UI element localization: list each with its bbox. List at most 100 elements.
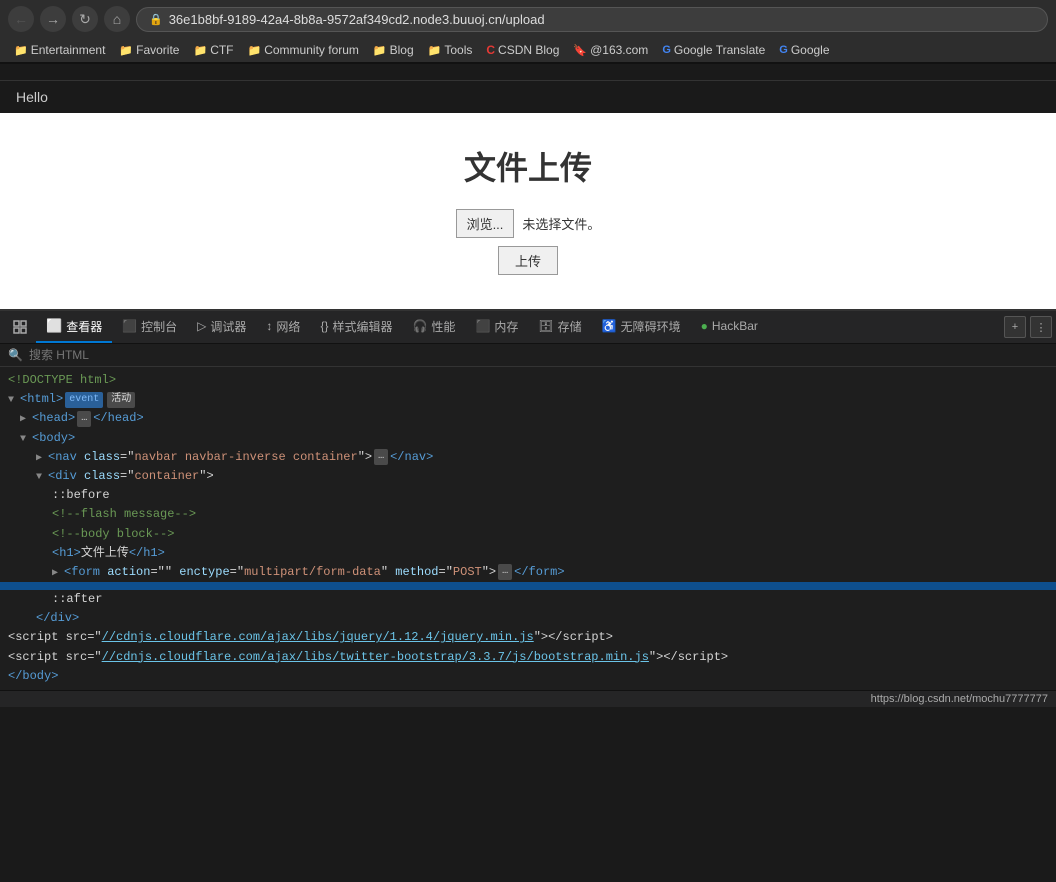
form-expand-badge[interactable]: … xyxy=(498,564,512,580)
html-panel: <!DOCTYPE html> <html> event 活动 <head> …… xyxy=(0,367,1056,690)
devtools-toolbar-right: + ⋮ xyxy=(1004,316,1052,338)
bookmark-tools[interactable]: 📁 Tools xyxy=(422,41,479,59)
lock-icon: 🔒 xyxy=(149,13,163,26)
devtools-more-button[interactable]: ⋮ xyxy=(1030,316,1052,338)
event-badge[interactable]: event xyxy=(65,392,103,408)
page-title: 文件上传 xyxy=(30,143,1026,189)
form-toggle[interactable] xyxy=(52,563,64,582)
file-browse-button[interactable]: 浏览... xyxy=(456,209,515,238)
upload-submit-button[interactable]: 上传 xyxy=(498,246,558,275)
upload-form: 浏览... 未选择文件。 xyxy=(30,209,1026,238)
refresh-button[interactable]: ↻ xyxy=(72,6,98,32)
search-icon: 🔍 xyxy=(8,348,23,362)
head-tag-line: <head> … </head> xyxy=(0,409,1056,428)
h1-line: <h1> 文件上传 </h1> xyxy=(0,544,1056,563)
tab-performance-label: 性能 xyxy=(431,318,455,335)
mail-icon: 🔖 xyxy=(573,44,587,57)
body-toggle[interactable] xyxy=(20,429,32,448)
bookmark-label: Google xyxy=(791,43,830,57)
bookmark-google[interactable]: G Google xyxy=(773,41,835,59)
bookmarks-bar: 📁 Entertainment 📁 Favorite 📁 CTF 📁 Commu… xyxy=(0,38,1056,63)
nav-expand[interactable]: … xyxy=(374,449,388,465)
status-bar: https://blog.csdn.net/mochu7777777 xyxy=(0,690,1056,707)
home-button[interactable]: ⌂ xyxy=(104,6,130,32)
bookmark-csdn[interactable]: C CSDN Blog xyxy=(480,41,565,59)
devtools-add-button[interactable]: + xyxy=(1004,316,1026,338)
bookmark-blog[interactable]: 📁 Blog xyxy=(367,41,420,59)
tab-style-editor-label: 样式编辑器 xyxy=(332,318,392,335)
tab-network[interactable]: ↕ 网络 xyxy=(256,312,310,343)
tab-style-editor[interactable]: {} 样式编辑器 xyxy=(310,312,402,343)
tab-debugger[interactable]: ▷ 调试器 xyxy=(187,312,256,343)
csdn-icon: C xyxy=(486,43,495,57)
bookmark-community-forum[interactable]: 📁 Community forum xyxy=(242,41,365,59)
folder-icon: 📁 xyxy=(119,44,133,57)
div-toggle[interactable] xyxy=(36,467,48,486)
html-toggle[interactable] xyxy=(8,390,20,409)
bookmark-entertainment[interactable]: 📁 Entertainment xyxy=(8,41,111,59)
bookmark-label: CTF xyxy=(210,43,233,57)
bookmark-label: CSDN Blog xyxy=(498,43,559,57)
tab-network-icon: ↕ xyxy=(266,319,272,333)
tab-console-icon: ⬛ xyxy=(122,319,137,333)
file-placeholder-label: 未选择文件。 xyxy=(522,214,600,233)
script1-line: <script src="//cdnjs.cloudflare.com/ajax… xyxy=(0,628,1056,647)
bookmark-ctf[interactable]: 📁 CTF xyxy=(187,41,239,59)
div-end-line: </div> xyxy=(0,609,1056,628)
bookmark-163[interactable]: 🔖 @163.com xyxy=(567,41,654,59)
tab-memory[interactable]: ⬛ 内存 xyxy=(465,312,528,343)
tab-console[interactable]: ⬛ 控制台 xyxy=(112,312,187,343)
hello-dropdown: Hello xyxy=(0,80,1056,113)
tab-inspector-icon: ⬜ xyxy=(46,318,62,334)
tab-storage-icon: 🗄 xyxy=(538,319,553,333)
nav-line: <nav class="navbar navbar-inverse contai… xyxy=(0,448,1056,467)
tab-memory-icon: ⬛ xyxy=(475,319,490,333)
page-area: Hello 文件上传 浏览... 未选择文件。 上传 xyxy=(0,64,1056,309)
google-translate-icon: G xyxy=(662,44,671,56)
hello-text: Hello xyxy=(16,89,48,105)
folder-icon: 📁 xyxy=(428,44,442,57)
body-end-line: </body> xyxy=(0,667,1056,686)
tab-performance-icon: 🎧 xyxy=(412,319,427,333)
tab-inspector[interactable]: ⬜ 查看器 xyxy=(36,312,112,343)
browser-nav: ← → ↻ ⌂ 🔒 36e1b8bf-9189-42a4-8b8a-9572af… xyxy=(0,0,1056,38)
script2-line: <script src="//cdnjs.cloudflare.com/ajax… xyxy=(0,648,1056,667)
after-line: ::after xyxy=(0,590,1056,609)
tab-style-editor-icon: {} xyxy=(320,319,328,333)
tab-hackbar[interactable]: ● HackBar xyxy=(691,313,768,341)
tab-memory-label: 内存 xyxy=(494,318,518,335)
code-block xyxy=(0,582,1056,590)
form-line: <form action="" enctype="multipart/form-… xyxy=(0,563,1056,582)
expand-badge[interactable]: 活动 xyxy=(107,392,135,408)
div-container-line: <div class="container"> xyxy=(0,467,1056,486)
nav-toggle[interactable] xyxy=(36,448,48,467)
back-button[interactable]: ← xyxy=(8,6,34,32)
search-input[interactable] xyxy=(29,348,1048,362)
bookmark-label: Favorite xyxy=(136,43,179,57)
tab-performance[interactable]: 🎧 性能 xyxy=(402,312,465,343)
head-expand-badge[interactable]: … xyxy=(77,411,91,427)
tab-inspector-label: 查看器 xyxy=(66,318,102,335)
tab-network-label: 网络 xyxy=(276,318,300,335)
page-content: 文件上传 浏览... 未选择文件。 上传 xyxy=(0,113,1056,309)
tab-storage-label: 存储 xyxy=(558,318,582,335)
before-line: ::before xyxy=(0,486,1056,505)
forward-button[interactable]: → xyxy=(40,6,66,32)
flash-comment-line: <!--flash message--> xyxy=(0,505,1056,524)
bookmark-google-translate[interactable]: G Google Translate xyxy=(656,41,771,59)
navbar xyxy=(0,64,1056,80)
head-toggle[interactable] xyxy=(20,409,32,428)
address-bar[interactable]: 🔒 36e1b8bf-9189-42a4-8b8a-9572af349cd2.n… xyxy=(136,7,1048,32)
devtools-search-bar: 🔍 xyxy=(0,344,1056,367)
bookmark-favorite[interactable]: 📁 Favorite xyxy=(113,41,185,59)
tab-accessibility[interactable]: ♿ 无障碍环境 xyxy=(592,312,691,343)
devtools-inspector-icon[interactable] xyxy=(4,311,36,343)
body-start-line: <body> xyxy=(0,429,1056,448)
tab-storage[interactable]: 🗄 存储 xyxy=(528,312,591,343)
folder-icon: 📁 xyxy=(373,44,387,57)
tab-console-label: 控制台 xyxy=(141,318,177,335)
status-url: https://blog.csdn.net/mochu7777777 xyxy=(871,693,1048,705)
script1-link[interactable]: //cdnjs.cloudflare.com/ajax/libs/jquery/… xyxy=(102,630,534,644)
devtools-toolbar: ⬜ 查看器 ⬛ 控制台 ▷ 调试器 ↕ 网络 {} 样式编辑器 🎧 性能 ⬛ 内… xyxy=(0,311,1056,344)
script2-link[interactable]: //cdnjs.cloudflare.com/ajax/libs/twitter… xyxy=(102,650,649,664)
